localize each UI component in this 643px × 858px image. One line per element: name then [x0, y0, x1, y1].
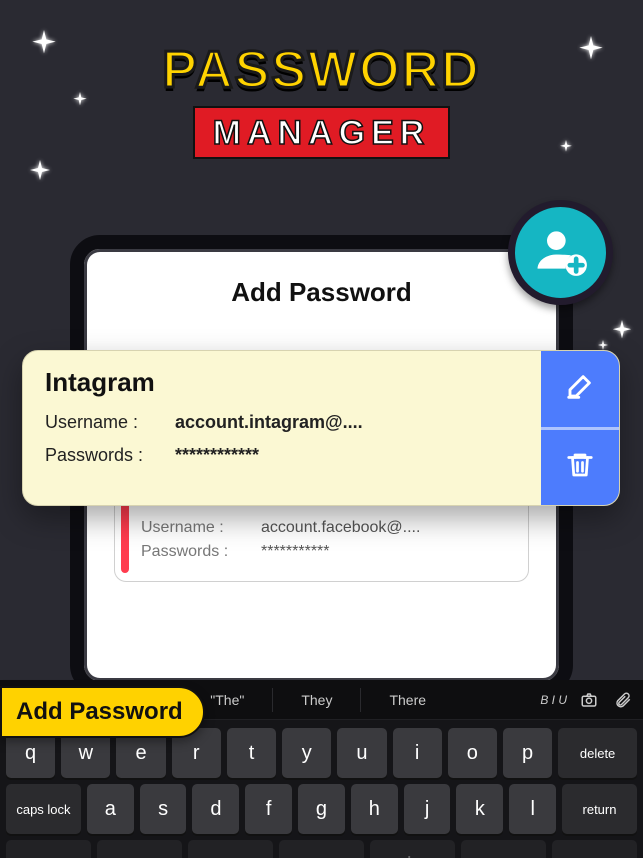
key-t[interactable]: t: [227, 728, 276, 778]
key-x[interactable]: x: [97, 840, 182, 858]
page-title: Add Password: [106, 277, 537, 308]
suggestion[interactable]: There: [361, 688, 454, 712]
suggestion[interactable]: They: [273, 688, 361, 712]
title-manager-box: MANAGER: [193, 106, 451, 159]
key-k[interactable]: k: [456, 784, 503, 834]
edit-icon: [565, 371, 595, 406]
key-a[interactable]: a: [87, 784, 134, 834]
username-label: Username :: [45, 412, 175, 433]
key-l[interactable]: l: [509, 784, 556, 834]
key-s[interactable]: s: [140, 784, 187, 834]
key-return[interactable]: return: [562, 784, 637, 834]
key-f[interactable]: f: [245, 784, 292, 834]
key-i[interactable]: i: [393, 728, 442, 778]
key-d[interactable]: d: [192, 784, 239, 834]
key-m[interactable]: m: [552, 840, 637, 858]
key-b[interactable]: b: [370, 840, 455, 858]
key-u[interactable]: u: [337, 728, 386, 778]
username-value: account.facebook@....: [261, 519, 420, 537]
passwords-value: ************: [175, 445, 259, 466]
edit-button[interactable]: [541, 351, 619, 430]
delete-button[interactable]: [541, 430, 619, 506]
passwords-label: Passwords :: [45, 445, 175, 466]
title-password: PASSWORD: [162, 40, 480, 100]
passwords-label: Passwords :: [141, 543, 261, 561]
add-password-button[interactable]: Add Password: [0, 686, 205, 738]
key-c[interactable]: c: [188, 840, 273, 858]
key-g[interactable]: g: [298, 784, 345, 834]
username-value: account.intagram@....: [175, 412, 363, 433]
key-y[interactable]: y: [282, 728, 331, 778]
key-p[interactable]: p: [503, 728, 552, 778]
add-contact-icon: [533, 222, 589, 283]
key-v[interactable]: v: [279, 840, 364, 858]
trash-icon: [565, 450, 595, 485]
key-o[interactable]: o: [448, 728, 497, 778]
sparkle-icon: [28, 160, 52, 184]
format-toggle[interactable]: B I U: [540, 693, 567, 707]
entry-title: Intagram: [45, 367, 525, 398]
attachment-icon[interactable]: [611, 688, 635, 712]
add-contact-button[interactable]: [508, 200, 613, 305]
key-z[interactable]: z: [6, 840, 91, 858]
sparkle-icon: [611, 320, 633, 342]
highlight-entry-card[interactable]: Intagram Username : account.intagram@...…: [22, 350, 620, 506]
key-n[interactable]: n: [461, 840, 546, 858]
title-manager: MANAGER: [213, 114, 431, 152]
key-h[interactable]: h: [351, 784, 398, 834]
key-delete[interactable]: delete: [558, 728, 637, 778]
key-caps-lock[interactable]: caps lock: [6, 784, 81, 834]
username-label: Username :: [141, 519, 261, 537]
key-j[interactable]: j: [404, 784, 451, 834]
passwords-value: ***********: [261, 543, 330, 561]
camera-icon[interactable]: [577, 688, 601, 712]
